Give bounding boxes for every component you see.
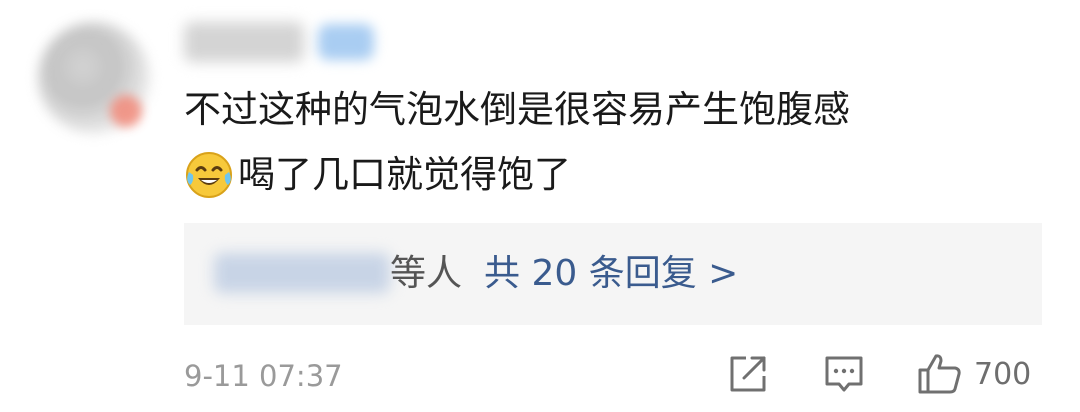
like-count: 700 [974,356,1032,392]
share-icon [730,356,766,392]
laughing-crying-emoji-icon [186,152,232,198]
replies-summary: 等人共 20 条回复 > [390,251,738,297]
comment-icon [825,356,863,392]
share-button[interactable] [726,352,770,396]
replies-box[interactable]: 等人共 20 条回复 > [184,223,1042,325]
comment-button[interactable] [822,352,866,396]
avatar-badge [110,95,142,127]
comment-timestamp: 9-11 07:37 [184,359,343,393]
comment-text-line2-row: 喝了几口就觉得饱了 [184,150,571,200]
view-replies-link[interactable]: 共 20 条回复 > [484,253,738,294]
username-blurred[interactable] [184,22,304,62]
reply-user-names-blurred [214,253,390,293]
comment-text-line2: 喝了几口就觉得饱了 [238,153,571,196]
thumbs-up-icon [918,354,961,394]
like-button[interactable]: 700 [916,352,1031,396]
user-level-badge-blurred [318,24,374,60]
comment-text-line1: 不过这种的气泡水倒是很容易产生饱腹感 [184,88,850,131]
replies-suffix: 等人 [390,253,463,294]
